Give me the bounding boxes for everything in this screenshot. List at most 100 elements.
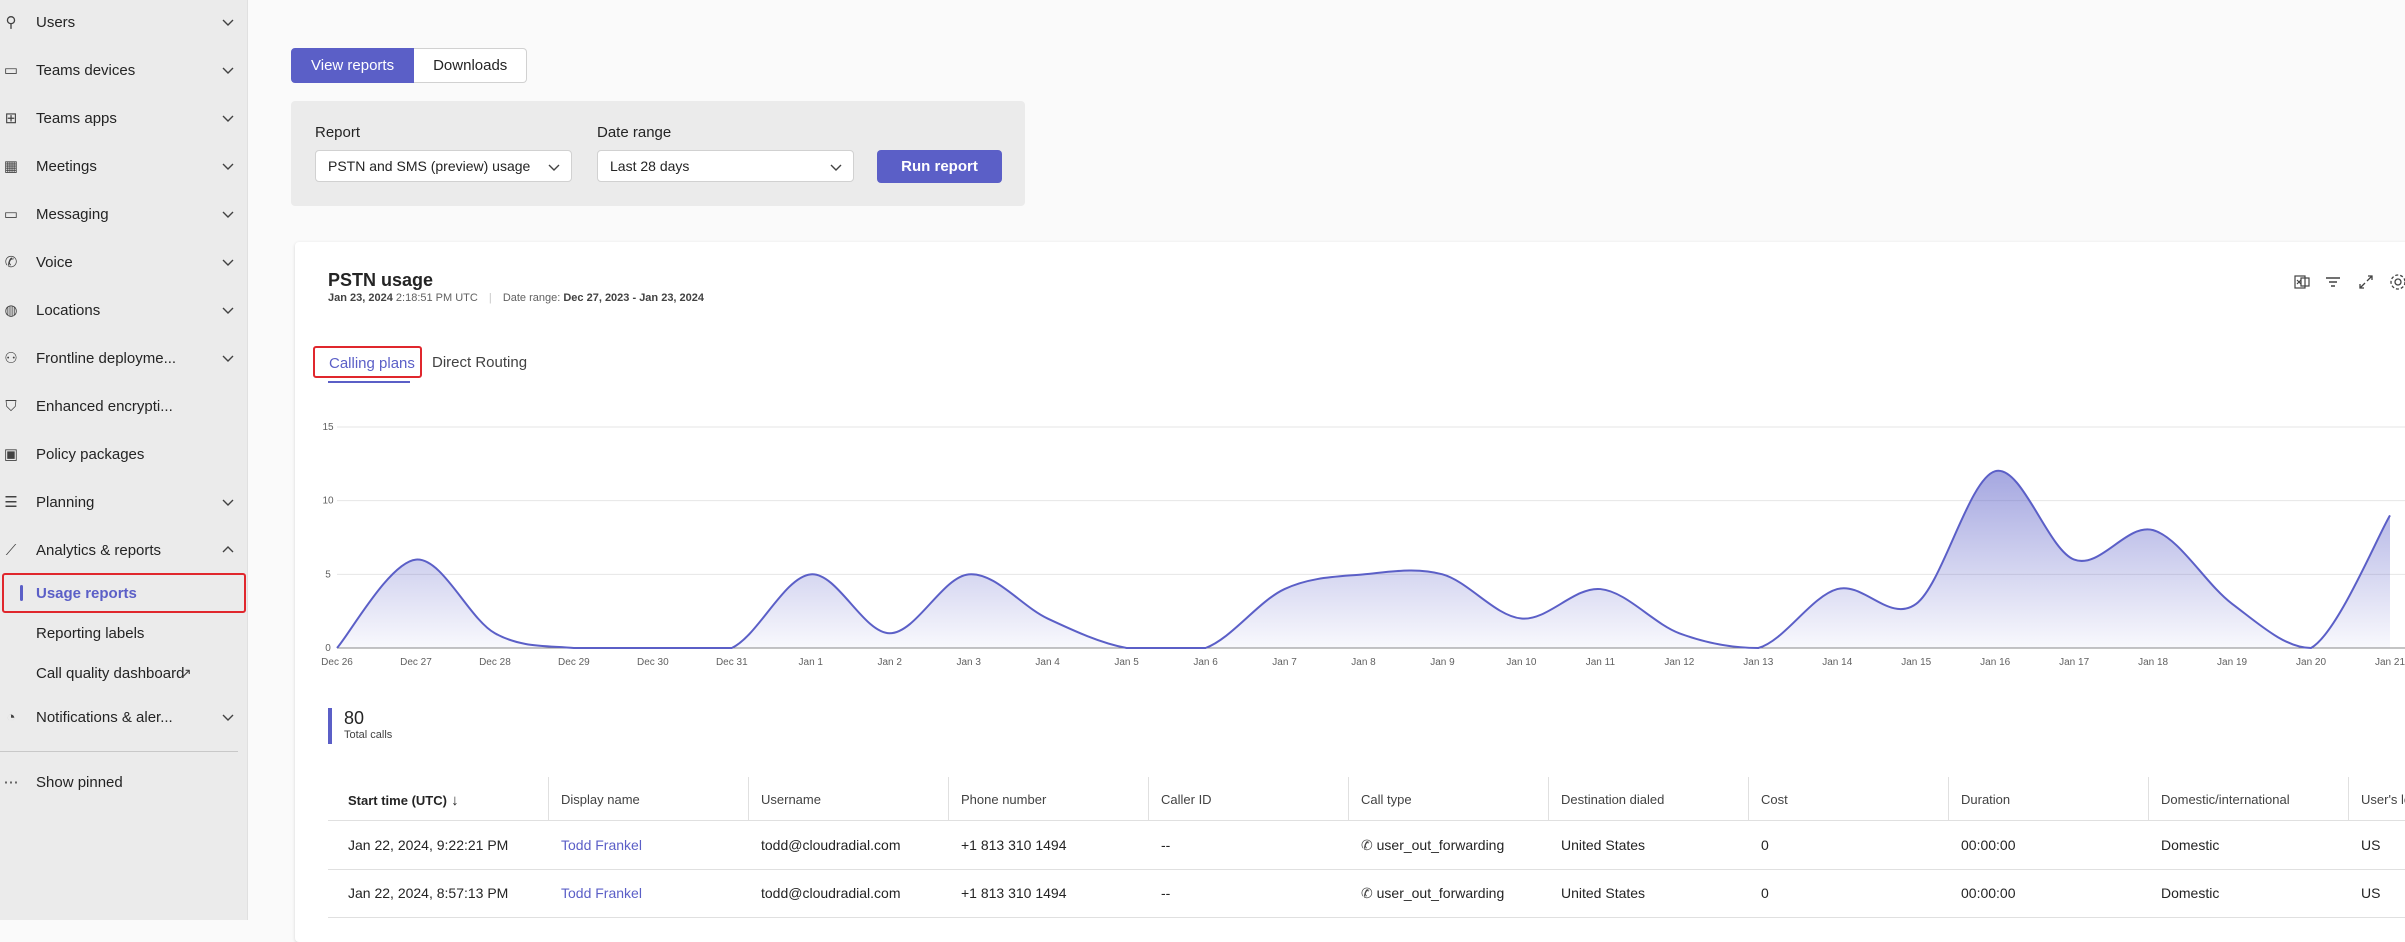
cell-text: +1 813 310 1494: [961, 837, 1067, 853]
phone-icon: ✆: [4, 254, 18, 271]
sidebar-subitem-reporting-labels[interactable]: Reporting labels: [0, 615, 248, 651]
column-header[interactable]: Domestic/international: [2161, 792, 2290, 807]
data-point[interactable]: [967, 573, 970, 576]
report-label: Report: [315, 124, 361, 141]
sidebar-item-notifications-aler[interactable]: ◔ Notifications & aler...: [0, 697, 248, 737]
data-point[interactable]: [651, 647, 654, 650]
date-range-label: Date range: [597, 124, 672, 141]
excel-export-icon[interactable]: [2292, 272, 2312, 292]
table-cell: 00:00:00: [1961, 885, 2016, 901]
calls-chart: 0 5 10 15 Dec 26 Dec 27 Dec 28 Dec 29 Dec 30 Dec …: [321, 422, 2405, 668]
data-point[interactable]: [1836, 588, 1839, 591]
settings-icon[interactable]: [2388, 272, 2405, 292]
column-header[interactable]: Duration: [1961, 792, 2010, 807]
data-point[interactable]: [1362, 573, 1365, 576]
display-name-link[interactable]: Todd Frankel: [561, 885, 642, 901]
column-divider: [1348, 777, 1349, 821]
sidebar-item-users[interactable]: ⚲ Users: [0, 2, 248, 42]
table-cell: ✆ user_out_forwarding: [1361, 837, 1504, 854]
column-header[interactable]: Display name: [561, 792, 640, 807]
data-point[interactable]: [1283, 588, 1286, 591]
data-point[interactable]: [1994, 470, 1997, 473]
column-header[interactable]: Cost: [1761, 792, 1788, 807]
column-header[interactable]: Username: [761, 792, 821, 807]
sidebar-item-teams-apps[interactable]: ⊞ Teams apps: [0, 98, 248, 138]
tab-direct-routing[interactable]: Direct Routing: [432, 354, 527, 371]
highlight-usage-reports: [2, 573, 246, 613]
sidebar-item-enhanced-encrypti[interactable]: ⛉ Enhanced encrypti...: [0, 386, 248, 426]
data-point[interactable]: [1599, 588, 1602, 591]
data-point[interactable]: [1757, 647, 1760, 650]
data-point[interactable]: [1441, 573, 1444, 576]
sidebar-item-label: Teams devices: [36, 61, 136, 79]
sidebar-item-voice[interactable]: ✆ Voice: [0, 242, 248, 282]
report-time: 2:18:51 PM UTC: [395, 292, 478, 304]
column-header[interactable]: Call type: [1361, 792, 1412, 807]
data-point[interactable]: [809, 573, 812, 576]
sidebar-item-meetings[interactable]: ▦ Meetings: [0, 146, 248, 186]
sidebar-item-label: Locations: [36, 301, 101, 319]
sidebar-item-label: Voice: [36, 253, 73, 271]
column-header[interactable]: Start time (UTC) ↓: [348, 792, 459, 809]
data-point[interactable]: [2389, 514, 2392, 517]
tab-calling-plans[interactable]: Calling plans: [313, 346, 422, 378]
data-point[interactable]: [1125, 647, 1128, 650]
sidebar-item-show-pinned[interactable]: ⋯ Show pinned: [0, 762, 248, 802]
filter-icon[interactable]: [2323, 272, 2343, 292]
column-header[interactable]: Destination dialed: [1561, 792, 1664, 807]
sidebar-item-locations[interactable]: ◍ Locations: [0, 290, 248, 330]
column-divider: [1148, 777, 1149, 821]
sidebar-item-planning[interactable]: ☰ Planning: [0, 482, 248, 522]
data-point[interactable]: [2073, 558, 2076, 561]
package-icon: ▣: [3, 446, 19, 463]
column-header-label: Domestic/international: [2161, 792, 2290, 807]
data-point[interactable]: [414, 558, 417, 561]
data-point[interactable]: [1204, 647, 1207, 650]
table-cell: United States: [1561, 837, 1645, 853]
view-reports-tab[interactable]: View reports: [291, 48, 415, 83]
sidebar-item-messaging[interactable]: ▭ Messaging: [0, 194, 248, 234]
data-point[interactable]: [2152, 529, 2155, 532]
data-point[interactable]: [730, 647, 733, 650]
column-header[interactable]: Caller ID: [1161, 792, 1212, 807]
y-tick-label: 0: [325, 643, 331, 654]
sidebar-item-policy-packages[interactable]: ▣ Policy packages: [0, 434, 248, 474]
sidebar-item-label: Frontline deployme...: [36, 349, 177, 367]
range-label: Date range:: [502, 292, 561, 304]
downloads-tab[interactable]: Downloads: [414, 48, 528, 83]
chevron-down-icon: [222, 355, 234, 362]
data-point[interactable]: [2310, 647, 2313, 650]
cell-text: --: [1161, 885, 1171, 901]
chevron-down-icon: [222, 211, 234, 218]
x-tick-label: Jan 19: [2217, 657, 2247, 668]
chat-icon: ▭: [3, 206, 19, 223]
expand-icon[interactable]: [2356, 272, 2376, 292]
data-point[interactable]: [1520, 617, 1523, 620]
table-row[interactable]: Jan 22, 2024, 8:57:13 PM Todd Frankel todd…: [328, 870, 2405, 918]
data-point[interactable]: [1046, 617, 1049, 620]
x-tick-label: Jan 15: [1901, 657, 1931, 668]
data-point[interactable]: [493, 632, 496, 635]
cell-text: 0: [1761, 885, 1769, 901]
chevron-down-icon: [548, 164, 560, 171]
table-row[interactable]: Jan 22, 2024, 9:22:21 PM Todd Frankel todd…: [328, 822, 2405, 870]
data-point[interactable]: [2231, 602, 2234, 605]
sidebar-subitem-call-quality-dashboard[interactable]: Call quality dashboard ↗: [0, 655, 248, 691]
y-tick-label: 10: [322, 496, 334, 507]
data-point[interactable]: [1678, 632, 1681, 635]
column-header[interactable]: Phone number: [961, 792, 1046, 807]
display-name-link[interactable]: Todd Frankel: [561, 837, 642, 853]
sidebar-item-frontline-deployme[interactable]: ⚇ Frontline deployme...: [0, 338, 248, 378]
sidebar-item-analytics-reports[interactable]: ⟋ Analytics & reports: [0, 530, 248, 570]
date-range-select[interactable]: Last 28 days: [597, 150, 854, 182]
data-point[interactable]: [888, 632, 891, 635]
run-report-button[interactable]: Run report: [877, 150, 1002, 183]
data-point[interactable]: [572, 647, 575, 650]
column-divider: [948, 777, 949, 821]
data-point[interactable]: [1915, 602, 1918, 605]
range-value: Dec 27, 2023 - Jan 23, 2024: [563, 292, 705, 304]
column-header[interactable]: User's lo: [2361, 792, 2405, 807]
data-point[interactable]: [336, 647, 339, 650]
sidebar-item-teams-devices[interactable]: ▭ Teams devices: [0, 50, 248, 90]
report-select[interactable]: PSTN and SMS (preview) usage: [315, 150, 572, 182]
